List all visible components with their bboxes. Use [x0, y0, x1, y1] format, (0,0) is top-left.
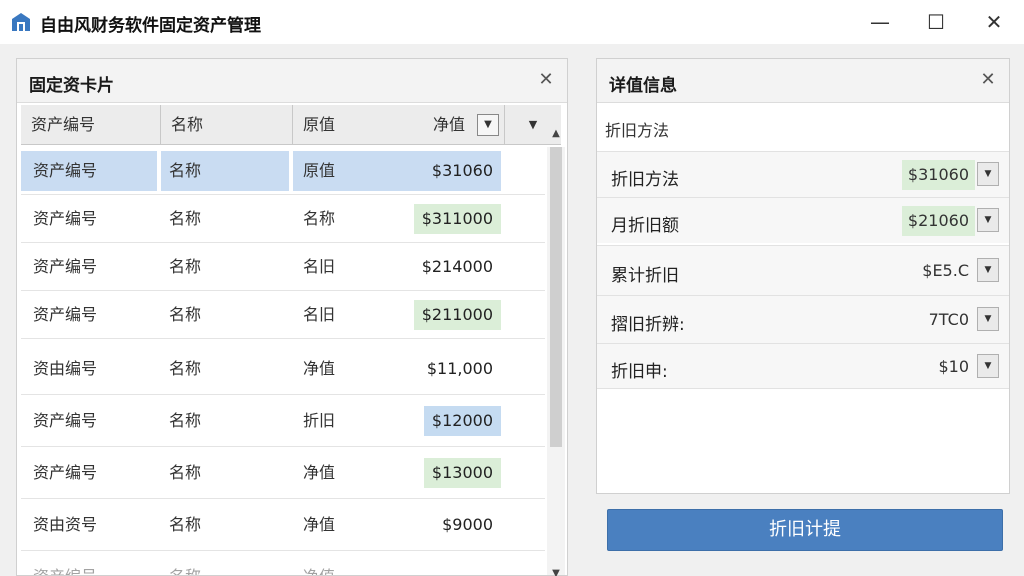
detail-field-monthly-depreciation: 月折旧额 $21060 ▼	[597, 197, 1009, 243]
detail-panel: 详值信息 ✕ 折旧方法 折旧方法 $31060 ▼ 月折旧额 $21060 ▼ …	[596, 58, 1010, 494]
net-value-cell: $11,000	[426, 359, 493, 378]
net-value-cell: $31060	[431, 161, 493, 180]
name-cell: 名称	[169, 463, 202, 482]
table-scrollbar[interactable]: ▲ ▼	[547, 128, 565, 576]
column-header-net-value[interactable]: 净值	[433, 105, 465, 145]
dropdown-arrow-icon[interactable]: ▼	[977, 208, 999, 232]
maximize-button[interactable]: ☐	[918, 8, 954, 36]
asset-card-panel: 固定资卡片 ✕ 资产编号 名称 原值 净值 ▼ ▼ 资产编号 名称 原值 $31…	[16, 58, 568, 576]
asset-table-body: 资产编号 名称 原值 $31060 资产编号 名称 名称 $311000 资产编…	[21, 147, 545, 575]
name-cell: 名称	[169, 359, 202, 378]
close-icon[interactable]: ✕	[535, 69, 557, 91]
net-value-cell: $214000	[421, 257, 493, 276]
dropdown-arrow-icon[interactable]: ▼	[977, 162, 999, 186]
column-header-original-value[interactable]: 原值	[293, 105, 505, 145]
column-header-original-value-label: 原值	[303, 115, 336, 134]
name-cell: 名称	[169, 209, 202, 228]
detail-field-accumulated-depreciation: 累计折旧 $E5.C ▼	[597, 245, 1009, 295]
name-cell: 名称	[169, 515, 202, 534]
original-value-cell: 净值	[303, 463, 336, 482]
original-value-cell: 名旧	[303, 257, 336, 276]
name-cell: 名称	[169, 551, 201, 575]
column-menu-icon[interactable]: ▼	[521, 105, 545, 145]
table-row[interactable]: 资产编号 名称 名旧 $214000	[21, 243, 545, 291]
name-cell: 名称	[169, 305, 202, 324]
field-value[interactable]: $E5.C	[916, 256, 975, 286]
name-cell: 名称	[169, 411, 202, 430]
detail-subtitle: 折旧方法	[605, 121, 670, 140]
name-cell: 名称	[169, 161, 202, 180]
detail-field-depreciation-rate: 摺旧折辨: 7TC0 ▼	[597, 295, 1009, 343]
table-row[interactable]: 资产编号 名称 折旧 $12000	[21, 395, 545, 447]
net-value-cell: $12000	[423, 406, 501, 436]
original-value-cell: 原值	[303, 161, 336, 180]
table-row[interactable]: 资由资号 名称 净值 $9000	[21, 499, 545, 551]
detail-field-depreciation-application: 折旧申: $10 ▼	[597, 343, 1009, 389]
asset-number-cell: 资产编号	[33, 209, 98, 228]
table-row[interactable]: 资产编号 名称 原值 $31060	[21, 147, 545, 195]
net-value-cell: $13000	[423, 458, 501, 488]
title-bar: 自由风财务软件固定资产管理 — ☐ ✕	[0, 0, 1024, 44]
field-label: 摺旧折辨:	[611, 315, 685, 335]
asset-number-cell: 资产编号	[33, 257, 98, 276]
asset-number-cell: 资产编号	[33, 551, 97, 575]
original-value-cell: 折旧	[303, 411, 336, 430]
name-cell: 名称	[169, 257, 202, 276]
asset-number-cell: 资由资号	[33, 515, 98, 534]
column-header-asset-number[interactable]: 资产编号	[21, 105, 161, 145]
field-label: 折旧申:	[611, 362, 668, 382]
minimize-button[interactable]: —	[862, 8, 898, 36]
asset-number-cell: 资产编号	[33, 305, 98, 324]
field-label: 月折旧额	[611, 216, 679, 236]
asset-number-cell: 资产编号	[33, 161, 98, 180]
original-value-cell: 净值	[303, 515, 336, 534]
field-value[interactable]: $31060	[901, 160, 975, 190]
table-row[interactable]: 资产编号 名称 名旧 $211000	[21, 291, 545, 339]
detail-field-depreciation-method: 折旧方法 $31060 ▼	[597, 151, 1009, 197]
field-label: 折旧方法	[611, 170, 679, 190]
field-value[interactable]: $10	[932, 352, 975, 382]
scroll-up-icon[interactable]: ▲	[547, 125, 565, 143]
dropdown-arrow-icon[interactable]: ▼	[977, 258, 999, 282]
close-icon[interactable]: ✕	[977, 69, 999, 91]
asset-number-cell: 资由编号	[33, 359, 98, 378]
original-value-cell: 净值	[303, 359, 336, 378]
net-value-cell: $211000	[413, 300, 501, 330]
asset-card-header: 固定资卡片 ✕	[17, 59, 567, 103]
original-value-cell: 名称	[303, 209, 336, 228]
net-value-cell: $9000	[442, 515, 493, 534]
column-header-name[interactable]: 名称	[161, 105, 293, 145]
table-row[interactable]: 资产编号 名称 净值 $13000	[21, 447, 545, 499]
close-window-button[interactable]: ✕	[976, 8, 1012, 36]
window-title: 自由风财务软件固定资产管理	[40, 16, 261, 36]
original-value-cell: 名旧	[303, 305, 336, 324]
scroll-down-icon[interactable]: ▼	[547, 565, 565, 576]
net-value-cell: $311000	[413, 204, 501, 234]
table-row[interactable]: 资由编号 名称 净值 $11,000	[21, 343, 545, 395]
original-value-cell: 净值	[303, 551, 335, 575]
table-row[interactable]: 资产编号 名称 名称 $311000	[21, 195, 545, 243]
field-value[interactable]: $21060	[901, 206, 975, 236]
field-value[interactable]: 7TC0	[923, 305, 975, 335]
asset-card-title: 固定资卡片	[29, 76, 114, 96]
dropdown-arrow-icon[interactable]: ▼	[977, 307, 999, 331]
asset-number-cell: 资产编号	[33, 411, 98, 430]
sort-dropdown-icon[interactable]: ▼	[477, 114, 499, 136]
table-header: 资产编号 名称 原值 净值 ▼ ▼	[21, 105, 561, 145]
scroll-thumb[interactable]	[550, 147, 562, 447]
detail-header: 详值信息 ✕	[597, 59, 1009, 103]
depreciation-accrual-button[interactable]: 折旧计提	[607, 509, 1003, 551]
field-label: 累计折旧	[611, 266, 679, 286]
house-icon	[12, 13, 30, 31]
asset-number-cell: 资产编号	[33, 463, 98, 482]
table-row[interactable]: 资产编号 名称 净值	[21, 551, 545, 575]
dropdown-arrow-icon[interactable]: ▼	[977, 354, 999, 378]
detail-title: 详值信息	[609, 76, 677, 96]
